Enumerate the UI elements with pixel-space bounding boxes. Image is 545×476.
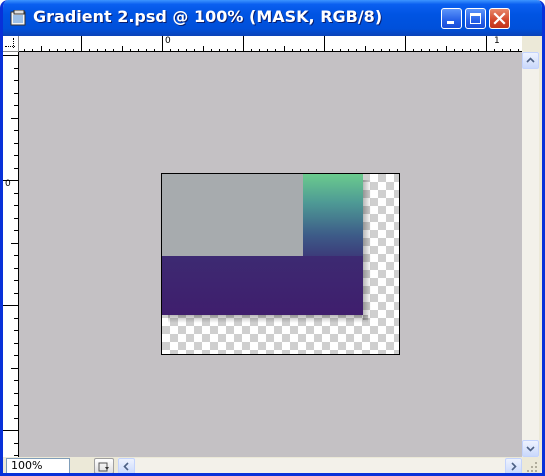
vertical-ruler[interactable]: 0 — [3, 52, 19, 457]
document-window: Gradient 2.psd @ 100% (MASK, RGB/8) 0 1 — [0, 0, 545, 476]
status-bar: 100% — [3, 457, 542, 473]
zoom-input[interactable]: 100% — [6, 458, 70, 473]
ruler-label-0: 0 — [165, 36, 171, 46]
drop-shadow-bottom — [168, 315, 368, 323]
arrow-up-icon — [526, 57, 535, 63]
status-menu-arrow-icon — [98, 462, 109, 472]
minimize-icon — [447, 21, 454, 24]
ruler-label-1: 1 — [494, 36, 500, 46]
title-bar[interactable]: Gradient 2.psd @ 100% (MASK, RGB/8) — [3, 0, 542, 36]
ruler-origin-corner[interactable] — [3, 36, 19, 52]
resize-grip-icon[interactable] — [525, 460, 539, 474]
document-image[interactable] — [161, 173, 400, 355]
drop-shadow-right — [363, 180, 371, 320]
arrow-left-icon — [123, 462, 129, 471]
horizontal-scrollbar[interactable] — [118, 458, 522, 473]
scroll-right-button[interactable] — [505, 458, 522, 473]
vertical-scrollbar[interactable] — [522, 52, 539, 457]
scroll-left-button[interactable] — [118, 458, 135, 473]
close-button[interactable] — [489, 8, 510, 29]
arrow-right-icon — [511, 462, 517, 471]
window-title: Gradient 2.psd @ 100% (MASK, RGB/8) — [33, 7, 383, 26]
status-menu-button[interactable] — [94, 458, 114, 473]
photoshop-document-icon — [10, 10, 26, 26]
close-icon — [493, 12, 506, 25]
maximize-icon — [470, 13, 481, 24]
horizontal-ruler[interactable]: 0 1 — [19, 36, 522, 52]
horizontal-ruler-ticks — [24, 36, 519, 52]
minimize-button[interactable] — [441, 8, 462, 29]
maximize-button[interactable] — [465, 8, 486, 29]
gray-block — [162, 174, 303, 256]
ruler-label-0-vertical: 0 — [5, 179, 11, 189]
gradient-highlight — [303, 174, 363, 256]
scroll-up-button[interactable] — [522, 52, 539, 69]
vertical-ruler-ticks — [3, 55, 19, 456]
scroll-down-button[interactable] — [522, 440, 539, 457]
canvas-area[interactable] — [19, 52, 522, 457]
arrow-down-icon — [526, 446, 535, 452]
